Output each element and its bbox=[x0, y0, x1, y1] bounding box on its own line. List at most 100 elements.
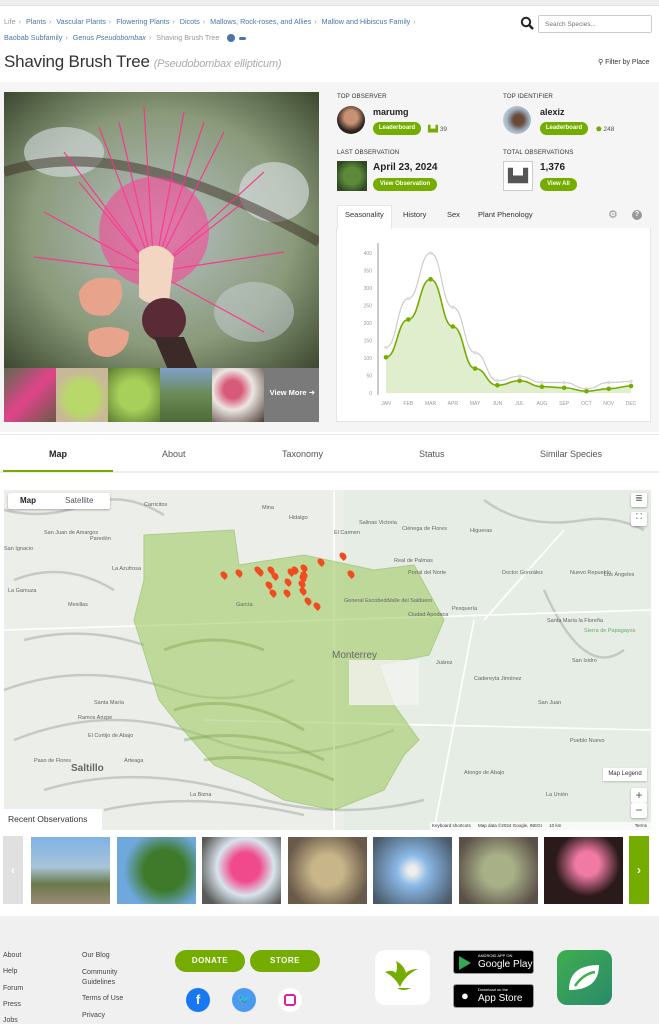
footer-link-jobs[interactable]: Jobs bbox=[3, 1017, 18, 1024]
twitter-icon[interactable]: 🐦 bbox=[232, 988, 256, 1012]
observer-count: ▙▟ 39 bbox=[428, 126, 448, 133]
tab-plant-phenology[interactable]: Plant Phenology bbox=[478, 210, 533, 219]
footer-link-community-guidelines[interactable]: Community Guidelines bbox=[82, 968, 132, 988]
y-tick-label: 150 bbox=[364, 339, 373, 345]
map-place-label: Santa María la Floreña bbox=[547, 618, 603, 624]
map-place-label: Sierra de Papagayos bbox=[584, 628, 636, 634]
last-observation-thumbnail[interactable] bbox=[337, 161, 367, 191]
recent-observation-photo[interactable] bbox=[373, 837, 452, 904]
footer-link-terms[interactable]: Terms of Use bbox=[82, 995, 123, 1002]
instagram-icon[interactable] bbox=[278, 988, 302, 1012]
x-tick-label: JUL bbox=[515, 401, 524, 407]
footer-link-blog[interactable]: Our Blog bbox=[82, 952, 110, 959]
map-place-label: Cadereyta Jiménez bbox=[474, 676, 522, 682]
observer-leaderboard-button[interactable]: Leaderboard bbox=[373, 122, 421, 135]
footer-link-press[interactable]: Press bbox=[3, 1001, 21, 1008]
recent-observation-photo[interactable] bbox=[117, 837, 196, 904]
thumbnail[interactable] bbox=[56, 368, 108, 422]
carousel-prev-button[interactable]: ‹ bbox=[3, 836, 23, 904]
tab-status[interactable]: Status bbox=[419, 449, 445, 459]
map-place-label: Mesillas bbox=[68, 602, 88, 608]
footer-link-privacy[interactable]: Privacy bbox=[82, 1012, 105, 1019]
data-point-all bbox=[517, 374, 522, 378]
view-more-link[interactable]: View More ➜ bbox=[270, 388, 315, 397]
breadcrumb-baobab-subfamily[interactable]: Baobab Subfamily bbox=[4, 33, 62, 42]
zoom-out-button[interactable]: − bbox=[631, 803, 647, 818]
breadcrumb-flowering-plants[interactable]: Flowering Plants bbox=[116, 17, 169, 26]
tab-taxonomy[interactable]: Taxonomy bbox=[282, 449, 323, 459]
top-identifier-avatar[interactable] bbox=[503, 106, 531, 134]
terms-link[interactable]: Terms bbox=[635, 822, 647, 830]
x-tick-label: JUN bbox=[492, 401, 502, 407]
top-identifier-name[interactable]: alexiz bbox=[540, 107, 565, 117]
seek-app-icon[interactable] bbox=[557, 950, 612, 1005]
thumbnail[interactable] bbox=[108, 368, 160, 422]
breadcrumb-mallow-family[interactable]: Mallow and Hibiscus Family bbox=[322, 17, 411, 26]
data-point-all bbox=[629, 379, 633, 384]
recent-observation-photo[interactable] bbox=[288, 837, 367, 904]
zoom-in-button[interactable]: + bbox=[631, 788, 647, 803]
store-button[interactable]: STORE bbox=[250, 950, 320, 972]
map-type-satellite-button[interactable]: Satellite bbox=[65, 496, 93, 505]
donate-button[interactable]: DONATE bbox=[175, 950, 245, 972]
recent-observation-photo[interactable] bbox=[31, 837, 110, 904]
thumbnail[interactable] bbox=[4, 368, 56, 422]
top-observer-avatar[interactable] bbox=[337, 106, 365, 134]
keyboard-shortcuts-link[interactable]: Keyboard shortcuts bbox=[432, 823, 471, 828]
breadcrumb-life[interactable]: Life bbox=[4, 17, 16, 26]
tab-map[interactable]: Map bbox=[49, 449, 67, 459]
main-photo[interactable] bbox=[4, 92, 319, 368]
gear-icon[interactable]: ⚙ bbox=[608, 208, 618, 221]
app-store-badge[interactable]: ● Download on the App Store bbox=[453, 984, 534, 1008]
google-play-badge[interactable]: ANDROID APP ON Google Play bbox=[453, 950, 534, 974]
thumbnail[interactable] bbox=[160, 368, 212, 422]
footer-link-about[interactable]: About bbox=[3, 952, 21, 959]
data-point-all bbox=[495, 378, 500, 383]
map-type-map-button[interactable]: Map bbox=[20, 496, 36, 505]
facebook-icon[interactable]: f bbox=[186, 988, 210, 1012]
y-tick-label: 50 bbox=[366, 374, 372, 380]
recent-observation-photo[interactable] bbox=[459, 837, 538, 904]
tab-history[interactable]: History bbox=[403, 210, 426, 219]
breadcrumb-dicots[interactable]: Dicots bbox=[180, 17, 200, 26]
map-place-label: San Isidro bbox=[572, 658, 597, 664]
filter-by-place[interactable]: ⚲ Filter by Place bbox=[598, 58, 649, 66]
layers-icon[interactable]: ≣ bbox=[631, 493, 647, 507]
tab-sex[interactable]: Sex bbox=[447, 210, 460, 219]
breadcrumb-genus[interactable]: Genus Pseudobombax bbox=[73, 33, 146, 42]
footer-link-help[interactable]: Help bbox=[3, 968, 17, 975]
tab-similar-species[interactable]: Similar Species bbox=[540, 449, 602, 459]
map-place-label: Carricitos bbox=[144, 502, 168, 508]
inaturalist-app-icon[interactable] bbox=[375, 950, 430, 1005]
identifier-leaderboard-button[interactable]: Leaderboard bbox=[540, 122, 588, 135]
tab-about[interactable]: About bbox=[162, 449, 186, 459]
view-all-button[interactable]: View All bbox=[540, 178, 577, 191]
taxon-info-icon[interactable] bbox=[227, 34, 236, 43]
y-tick-label: 0 bbox=[369, 391, 372, 397]
carousel-next-button[interactable]: › bbox=[629, 836, 649, 904]
active-tab-underline bbox=[3, 470, 113, 472]
recent-observation-photo[interactable] bbox=[202, 837, 281, 904]
thumbnail[interactable] bbox=[212, 368, 264, 422]
view-observation-button[interactable]: View Observation bbox=[373, 178, 437, 191]
footer-link-forum[interactable]: Forum bbox=[3, 985, 23, 992]
top-observer-label: TOP OBSERVER bbox=[337, 93, 387, 100]
help-icon[interactable]: ? bbox=[632, 210, 642, 220]
map-legend-button[interactable]: Map Legend bbox=[603, 768, 647, 781]
x-tick-label: NOV bbox=[603, 401, 615, 407]
breadcrumb-plants[interactable]: Plants bbox=[26, 17, 46, 26]
search-icon[interactable] bbox=[520, 16, 534, 30]
search-input[interactable] bbox=[538, 15, 652, 33]
shield-icon: ⬟ bbox=[596, 126, 602, 133]
breadcrumb-vascular-plants[interactable]: Vascular Plants bbox=[56, 17, 105, 26]
fullscreen-icon[interactable]: ⛶ bbox=[631, 512, 647, 526]
scale-bar: 10 km bbox=[549, 823, 562, 828]
top-observer-name[interactable]: marumg bbox=[373, 107, 409, 117]
more-icon[interactable] bbox=[239, 36, 247, 40]
breadcrumb-mallows[interactable]: Mallows, Rock-roses, and Allies bbox=[210, 17, 311, 26]
observation-map[interactable]: Carricitos Mina Hidalgo Salinas Victoria Cié… bbox=[4, 490, 651, 830]
tab-seasonality[interactable]: Seasonality bbox=[345, 210, 384, 219]
recent-observation-photo[interactable] bbox=[544, 837, 623, 904]
x-tick-label: MAY bbox=[470, 401, 481, 407]
data-point-research bbox=[472, 366, 478, 371]
